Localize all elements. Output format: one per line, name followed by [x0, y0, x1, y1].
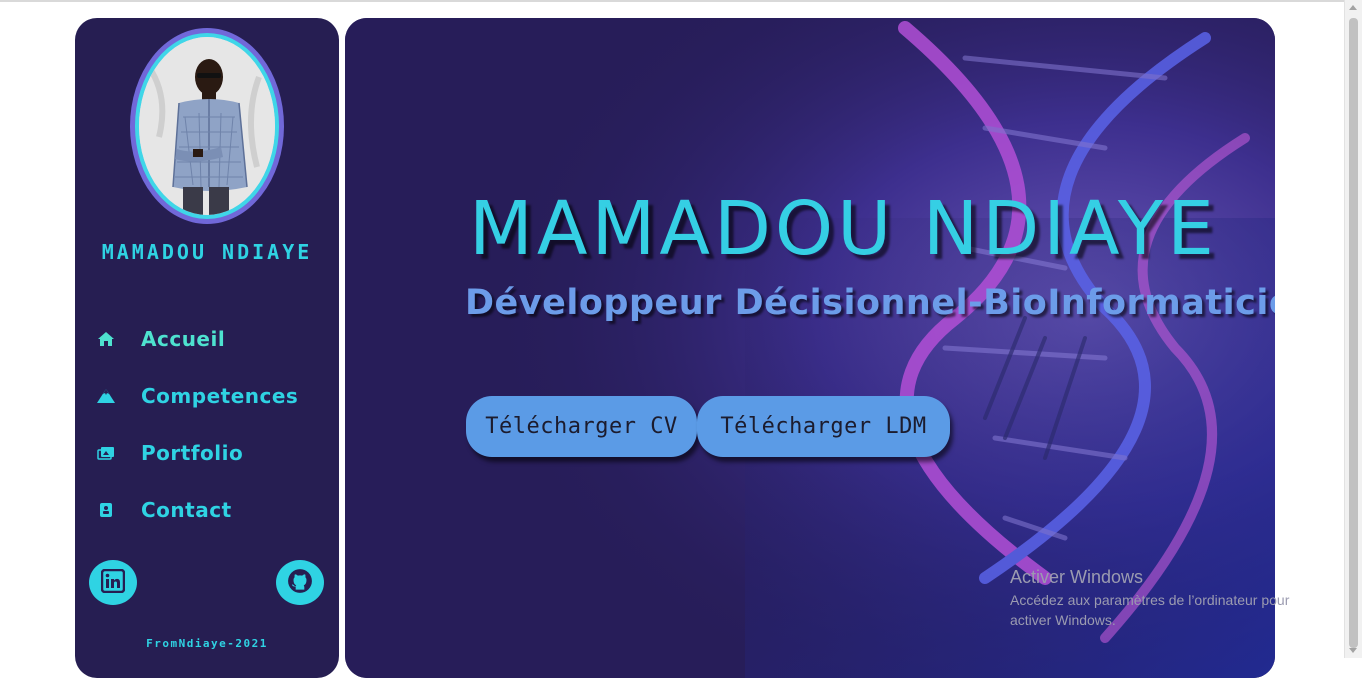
watermark-title: Activer Windows	[1010, 567, 1144, 587]
nav-label: Accueil	[141, 326, 226, 351]
sidebar-name: MAMADOU NDIAYE	[101, 240, 313, 264]
windows-activation-watermark: Activer Windows Accédez aux paramètres d…	[1010, 567, 1340, 630]
nav-label: Competences	[141, 383, 299, 408]
nav-item-portfolio[interactable]: Portfolio	[75, 424, 339, 481]
person-silhouette	[139, 37, 275, 215]
mountain-icon	[96, 388, 116, 404]
github-icon	[287, 568, 313, 598]
vertical-scrollbar[interactable]	[1344, 0, 1362, 658]
nav-item-contact[interactable]: Contact	[75, 481, 339, 538]
images-icon	[96, 446, 116, 460]
github-button[interactable]	[276, 560, 324, 605]
scroll-down-arrow-icon[interactable]	[1349, 648, 1357, 653]
linkedin-icon	[100, 568, 126, 597]
top-border	[0, 0, 1362, 2]
watermark-subtitle: Accédez aux paramètres de l’ordinateur p…	[1010, 592, 1290, 628]
main-nav: Accueil Competences Portfolio Contact	[75, 310, 339, 538]
nav-item-competences[interactable]: Competences	[75, 367, 339, 424]
home-icon	[96, 331, 116, 347]
nav-label: Contact	[141, 497, 232, 522]
sidebar: MAMADOU NDIAYE Accueil Competences Portf…	[75, 18, 339, 678]
nav-item-accueil[interactable]: Accueil	[75, 310, 339, 367]
download-ldm-button[interactable]: Télécharger LDM	[697, 396, 950, 457]
hero-subtitle: Développeur Décisionnel-BioInformaticien	[465, 283, 1275, 324]
hero-title: MAMADOU NDIAYE	[469, 185, 1218, 272]
address-book-icon	[96, 502, 116, 518]
download-cv-button[interactable]: Télécharger CV	[466, 396, 697, 457]
scrollbar-thumb[interactable]	[1349, 18, 1358, 648]
avatar	[130, 28, 284, 224]
profile-photo	[139, 37, 275, 215]
nav-label: Portfolio	[141, 440, 244, 465]
scroll-up-arrow-icon[interactable]	[1349, 5, 1357, 10]
linkedin-button[interactable]	[89, 560, 137, 605]
footer-text: FromNdiaye-2021	[146, 637, 268, 650]
